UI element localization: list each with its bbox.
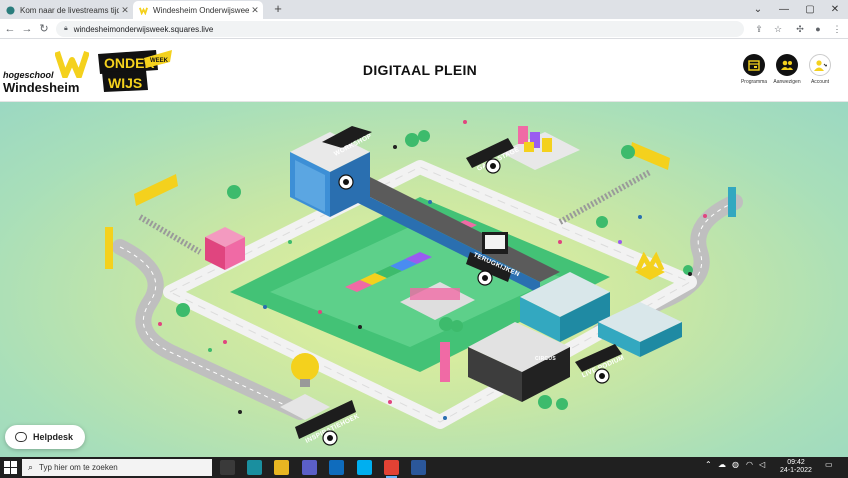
digital-plaza-map: WORKSHOP GAME STAGE TERUGKIJKEN CIRCUS L… xyxy=(0,102,848,457)
edge-icon[interactable] xyxy=(247,460,262,475)
address-bar[interactable]: 🔒︎ windesheimonderwijsweek.squares.live xyxy=(56,21,744,37)
left-flag xyxy=(105,227,113,269)
logo-text-line2: Windesheim xyxy=(3,80,80,95)
browser-toolbar: ← → ↻ 🔒︎ windesheimonderwijsweek.squares… xyxy=(0,19,848,39)
share-icon[interactable]: ⇪ xyxy=(752,22,766,36)
nav-programma[interactable]: Programma xyxy=(740,54,768,85)
tab-search-icon[interactable]: ⌄ xyxy=(745,0,771,19)
maximize-button[interactable]: ▢ xyxy=(797,0,823,19)
left-railway xyxy=(138,214,202,255)
close-window-button[interactable]: ✕ xyxy=(822,0,848,19)
file-explorer-icon[interactable] xyxy=(274,460,289,475)
page-title: DIGITAAL PLEIN xyxy=(362,62,478,78)
skype-icon[interactable] xyxy=(357,460,372,475)
logo-wijs: WIJS xyxy=(108,75,142,91)
game-stage[interactable]: GAME STAGE xyxy=(466,126,580,174)
windows-start-icon[interactable] xyxy=(4,461,17,474)
chrome-icon[interactable] xyxy=(384,460,399,478)
circus-label: CIRCUS xyxy=(535,356,556,362)
onderwijsweek-logo[interactable]: ONDER WIJS WEEK xyxy=(96,48,174,94)
volume-icon[interactable]: ◁ xyxy=(759,460,765,469)
pink-flag xyxy=(440,342,450,382)
user-icon xyxy=(814,60,827,71)
logo-text-line1: hogeschool xyxy=(3,70,54,80)
weather-icon[interactable]: ☁ xyxy=(718,460,726,469)
windesheim-favicon xyxy=(6,5,15,15)
calendar-icon xyxy=(748,60,760,71)
tab-livestreams[interactable]: Kom naar de livestreams tijdens ✕ xyxy=(0,1,133,19)
forward-icon[interactable]: → xyxy=(19,21,35,37)
lock-icon: 🔒︎ xyxy=(64,25,68,32)
teams-icon[interactable] xyxy=(302,460,317,475)
tab-close-icon[interactable]: ✕ xyxy=(119,5,131,16)
clock-date: 24-1-2022 xyxy=(780,467,812,474)
left-sign-board xyxy=(134,174,178,206)
wifi-icon[interactable]: ◠ xyxy=(746,460,753,469)
site-header: hogeschool Windesheim ONDER WIJS WEEK DI… xyxy=(0,40,848,102)
search-placeholder: Typ hier om te zoeken xyxy=(39,463,118,472)
helpdesk-button[interactable]: Helpdesk xyxy=(5,425,85,449)
bookmark-star-icon[interactable]: ☆ xyxy=(771,22,785,36)
windesheim-w-icon xyxy=(55,51,89,78)
right-railway xyxy=(558,169,652,225)
search-icon: ⌕ xyxy=(28,462,34,472)
tab-title: Kom naar de livestreams tijdens xyxy=(20,5,119,15)
taskbar-clock[interactable]: 09:42 24-1-2022 xyxy=(772,459,820,475)
minimize-button[interactable]: — xyxy=(771,0,797,19)
onderwijsweek-logo-graphic: ONDER WIJS WEEK xyxy=(98,50,172,92)
extensions-icon[interactable]: ✣ xyxy=(793,22,807,36)
tab-close-icon[interactable]: ✕ xyxy=(249,5,261,16)
profile-icon[interactable]: ● xyxy=(811,22,825,36)
task-view-icon[interactable] xyxy=(220,460,235,475)
nav-aanwezigen-label: Aanwezigen xyxy=(773,79,801,85)
menu-icon[interactable]: ⋮ xyxy=(830,22,844,36)
network-icon[interactable]: ◍ xyxy=(732,460,739,469)
back-icon[interactable]: ← xyxy=(2,21,18,37)
chat-bubble-icon xyxy=(15,432,27,442)
logo-week: WEEK xyxy=(150,58,169,64)
logo-onder: ONDER xyxy=(104,55,155,71)
taskbar-search-input[interactable]: ⌕ Typ hier om te zoeken xyxy=(22,459,212,476)
outlook-icon[interactable] xyxy=(329,460,344,475)
windesheim-logo[interactable]: hogeschool Windesheim xyxy=(3,48,93,95)
onderwijsweek-favicon xyxy=(139,7,148,15)
browser-tab-bar: Kom naar de livestreams tijdens ✕ Windes… xyxy=(0,0,848,19)
nav-aanwezigen[interactable]: Aanwezigen xyxy=(773,54,801,85)
word-icon[interactable] xyxy=(411,460,426,475)
nav-programma-label: Programma xyxy=(740,79,768,85)
tab-onderwijsweek[interactable]: Windesheim Onderwijsweek ✕ xyxy=(133,1,263,19)
clock-time: 09:42 xyxy=(787,459,805,466)
url-text: windesheimonderwijsweek.squares.live xyxy=(73,24,214,34)
reload-icon[interactable]: ↻ xyxy=(36,21,52,37)
plaza-illustration: WORKSHOP GAME STAGE TERUGKIJKEN CIRCUS L… xyxy=(105,120,743,446)
people-icon xyxy=(781,60,793,70)
windows-taskbar: ⌕ Typ hier om te zoeken ⌃ ☁ ◍ ◠ ◁ 09:42 … xyxy=(0,457,848,478)
right-sign-board xyxy=(630,142,670,170)
nav-account-label: Account xyxy=(810,79,830,85)
notifications-icon[interactable]: ▭ xyxy=(825,460,833,469)
tab-title: Windesheim Onderwijsweek xyxy=(153,5,249,15)
right-flag xyxy=(728,187,736,217)
nav-account[interactable]: Account xyxy=(806,54,834,85)
tray-overflow-icon[interactable]: ⌃ xyxy=(705,460,712,469)
helpdesk-label: Helpdesk xyxy=(33,432,74,442)
new-tab-button[interactable]: + xyxy=(270,1,286,17)
